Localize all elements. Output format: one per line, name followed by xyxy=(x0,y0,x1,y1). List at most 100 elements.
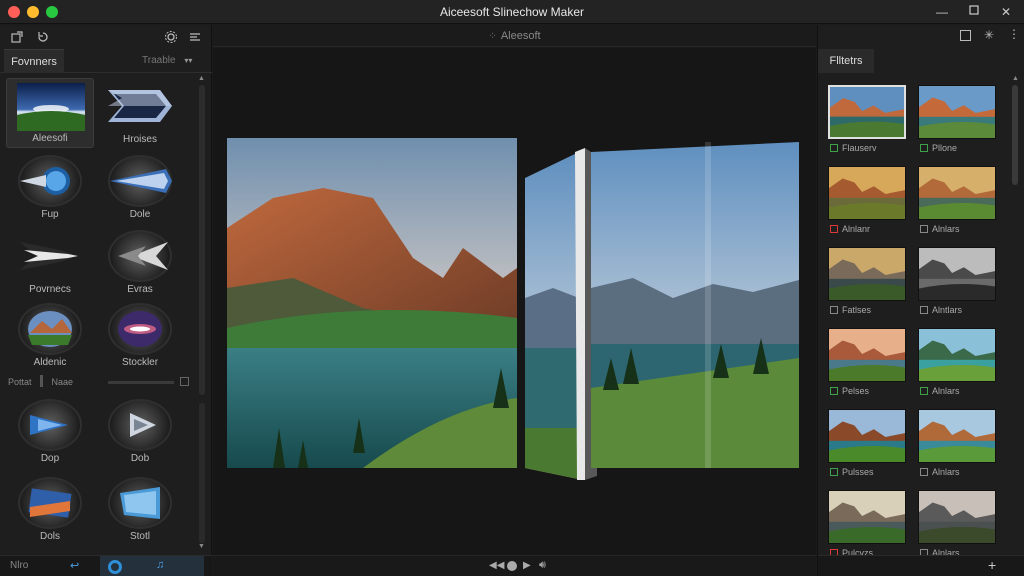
project-icon: ⁘ xyxy=(488,31,497,42)
filter-item[interactable]: Alntlars xyxy=(916,245,998,319)
tab-fovnners[interactable]: Fovnners xyxy=(4,49,64,73)
effects-icon[interactable]: ✳ xyxy=(984,28,994,42)
filter-checkbox[interactable] xyxy=(830,225,838,233)
filters-scrollbar[interactable] xyxy=(1012,85,1018,185)
transitions-scrollbar[interactable] xyxy=(199,85,205,395)
property-checkbox[interactable] xyxy=(180,377,189,386)
filter-checkbox[interactable] xyxy=(920,225,928,233)
volume-icon[interactable]: 🔊︎ xyxy=(539,559,546,572)
left-toolbar xyxy=(0,25,212,49)
filter-checkbox[interactable] xyxy=(830,468,838,476)
transition-label: Dols xyxy=(39,531,60,542)
folding-page xyxy=(525,148,597,480)
transition-item[interactable]: Dols xyxy=(6,475,94,545)
filter-label-row: Alnlars xyxy=(920,386,960,396)
filter-item[interactable]: Fatlses xyxy=(826,245,908,319)
bottom-label: Nlro xyxy=(10,560,29,571)
transitions-panel: Fovnners Traable ▾▾ Aleesofi Hroises Fup… xyxy=(0,25,212,576)
property-label: Naae xyxy=(51,377,74,387)
rotate-icon[interactable] xyxy=(36,30,50,44)
filter-item[interactable]: Pllone xyxy=(916,83,998,157)
app-window: Aiceesoft Slinechow Maker — ✕ Fovnners T… xyxy=(0,0,1024,576)
tab-traable[interactable]: Traable ▾▾ xyxy=(142,49,208,73)
filter-thumbnail xyxy=(918,409,996,463)
filter-item[interactable]: Alnlars xyxy=(916,326,998,400)
filter-checkbox[interactable] xyxy=(920,306,928,314)
transition-item[interactable]: Stockler xyxy=(96,301,184,371)
filter-item[interactable]: Alnlanr xyxy=(826,164,908,238)
transition-item[interactable]: Dob xyxy=(96,397,184,467)
filter-checkbox[interactable] xyxy=(920,144,928,152)
left-photo xyxy=(227,138,517,468)
landscape-orb-icon xyxy=(28,311,72,347)
close-icon[interactable]: ✕ xyxy=(998,4,1014,20)
filter-item[interactable]: Alnlars xyxy=(916,407,998,481)
scroll-up-arrow[interactable]: ▲ xyxy=(1012,75,1019,82)
transition-item[interactable]: Aleesofi xyxy=(6,78,94,148)
transitions-scrollbar-lower[interactable] xyxy=(199,403,205,543)
transition-label: Fup xyxy=(41,209,59,220)
play-icon[interactable]: ▶ xyxy=(523,560,531,571)
record-icon[interactable] xyxy=(108,560,122,574)
transition-item[interactable]: Aldenic xyxy=(6,301,94,371)
playback-bar: ◀◀ ▶ 🔊︎ xyxy=(213,555,816,576)
transition-label: Aleesofi xyxy=(32,133,68,144)
transition-item[interactable]: Evras xyxy=(96,228,184,298)
window-title: Aiceesoft Slinechow Maker xyxy=(439,5,585,19)
property-row: Pottat Naae xyxy=(8,375,196,393)
property-slider-handle[interactable] xyxy=(40,375,44,387)
filter-label: Pelses xyxy=(842,386,870,396)
stop-icon[interactable] xyxy=(507,561,517,571)
transition-item[interactable]: Stotl xyxy=(96,475,184,545)
filter-thumbnail xyxy=(828,490,906,544)
preview-header: ⁘ Aleesoft xyxy=(213,25,816,47)
restore-icon[interactable] xyxy=(966,4,982,20)
landscape-thumbnail xyxy=(17,83,85,131)
filter-label-row: Fatlses xyxy=(830,305,871,315)
preview-area: ⁘ Aleesoft ◀◀ ▶ 🔊︎ xyxy=(213,25,816,576)
filter-checkbox[interactable] xyxy=(920,468,928,476)
scroll-down-arrow[interactable]: ▼ xyxy=(198,543,205,550)
settings-icon[interactable] xyxy=(164,30,178,44)
filter-item[interactable]: Pulsses xyxy=(826,407,908,481)
music-icon[interactable]: ♫ xyxy=(156,559,164,571)
transition-label: Hroises xyxy=(123,134,157,145)
tab-traable-label: Traable xyxy=(142,55,176,66)
undo-icon[interactable]: ↩ xyxy=(70,559,79,572)
transition-item[interactable]: Povrnecs xyxy=(6,228,94,298)
transition-item[interactable]: Dole xyxy=(96,153,184,223)
filter-item[interactable]: Pulcvzs xyxy=(826,488,908,562)
filter-thumbnail xyxy=(828,85,906,139)
filter-thumbnail xyxy=(828,328,906,382)
right-toolbar: ✳ ⋮ xyxy=(818,25,1024,49)
tab-filters[interactable]: Flltetrs xyxy=(818,49,874,73)
filter-checkbox[interactable] xyxy=(920,387,928,395)
sunset-orb-icon xyxy=(28,488,72,518)
more-icon[interactable]: ⋮ xyxy=(1008,27,1020,41)
transition-label: Aldenic xyxy=(33,357,67,368)
filter-label-row: Alnlars xyxy=(920,224,960,234)
export-icon[interactable] xyxy=(10,30,24,44)
save-icon[interactable] xyxy=(960,30,971,41)
add-filter-icon[interactable]: + xyxy=(988,557,996,573)
preview-stage[interactable] xyxy=(213,48,816,555)
transition-item[interactable]: Fup xyxy=(6,153,94,223)
transition-item[interactable]: Hroises xyxy=(96,78,184,148)
property-slider[interactable] xyxy=(108,381,174,384)
filter-thumbnail xyxy=(918,328,996,382)
filter-item[interactable]: Alnlars xyxy=(916,488,998,562)
panel-menu-icon[interactable] xyxy=(188,30,202,44)
minimize-icon[interactable]: — xyxy=(934,4,950,20)
filter-item[interactable]: Flauserv xyxy=(826,83,908,157)
page-orb-icon xyxy=(120,487,160,519)
rewind-icon[interactable]: ◀◀ xyxy=(489,560,504,571)
filter-label-row: Alnlars xyxy=(920,467,960,477)
filter-checkbox[interactable] xyxy=(830,387,838,395)
filter-checkbox[interactable] xyxy=(830,144,838,152)
transition-item[interactable]: Dop xyxy=(6,397,94,467)
filter-checkbox[interactable] xyxy=(830,306,838,314)
filter-item[interactable]: Pelses xyxy=(826,326,908,400)
filter-item[interactable]: Alnlars xyxy=(916,164,998,238)
play-orb-icon xyxy=(130,413,156,437)
scroll-up-arrow[interactable]: ▲ xyxy=(198,75,205,82)
